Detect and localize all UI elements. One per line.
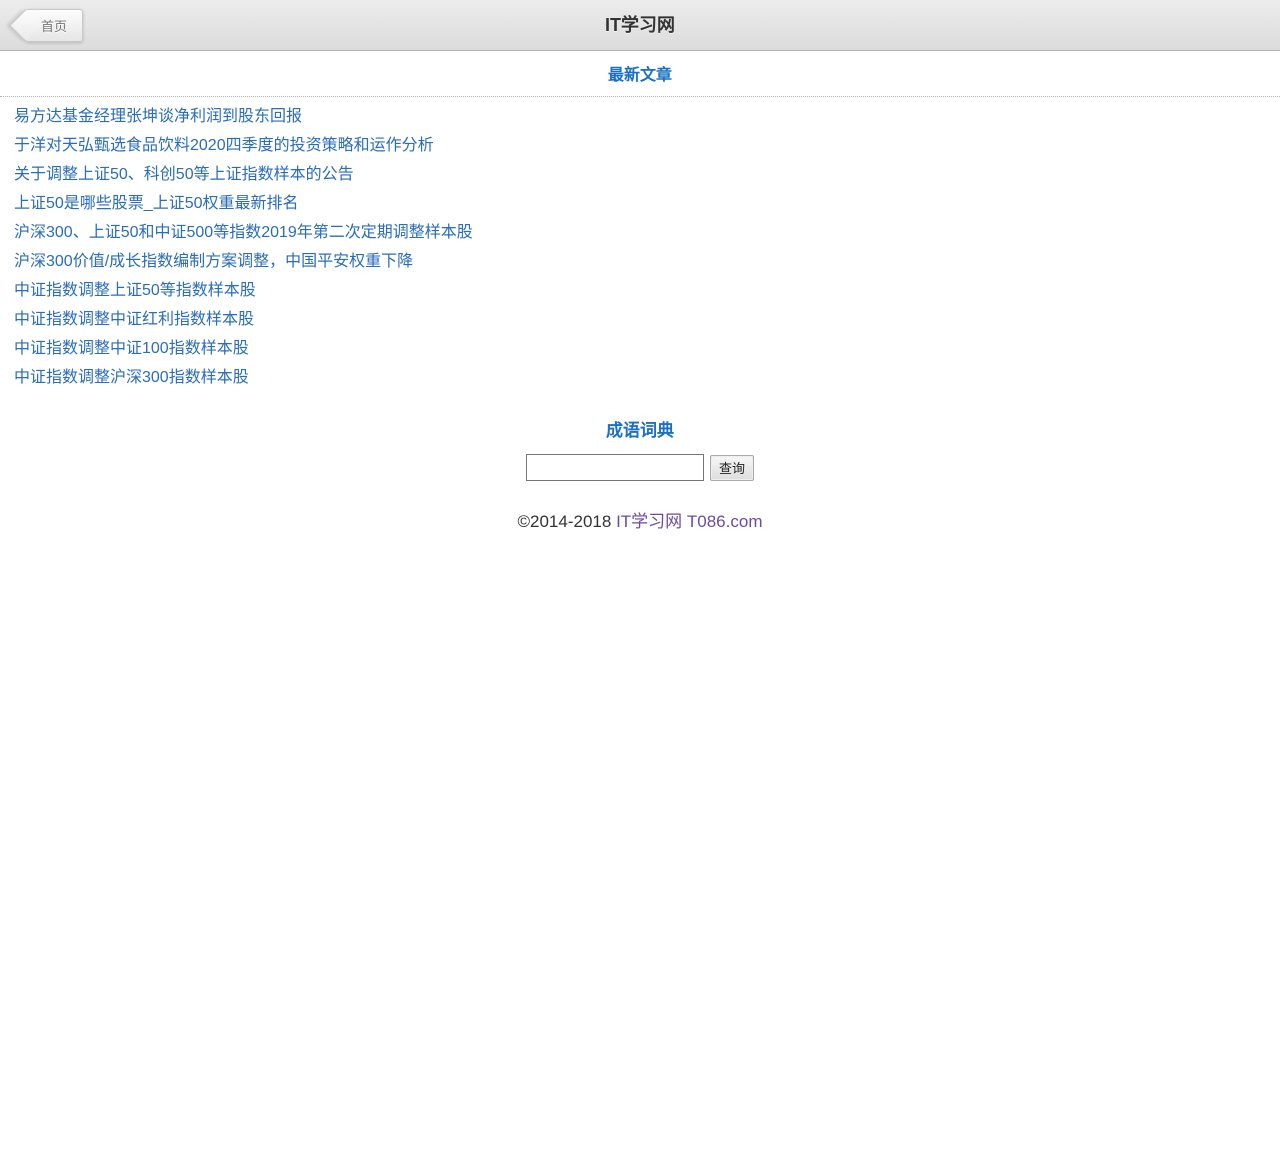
article-link[interactable]: 于洋对天弘甄选食品饮料2020四季度的投资策略和运作分析 [14, 137, 434, 154]
article-list-item: 于洋对天弘甄选食品饮料2020四季度的投资策略和运作分析 [14, 131, 1280, 160]
article-list-item: 中证指数调整中证红利指数样本股 [14, 305, 1280, 334]
site-home-link[interactable]: IT学习网 T086.com [616, 512, 762, 531]
page-footer: ©2014-2018 IT学习网 T086.com [0, 507, 1280, 532]
article-link[interactable]: 中证指数调整中证100指数样本股 [14, 340, 249, 357]
article-link[interactable]: 易方达基金经理张坤谈净利润到股东回报 [14, 108, 302, 125]
idiom-search-button[interactable]: 查询 [710, 455, 754, 481]
article-link[interactable]: 关于调整上证50、科创50等上证指数样本的公告 [14, 166, 354, 183]
article-list-item: 中证指数调整沪深300指数样本股 [14, 363, 1280, 392]
article-list-item: 中证指数调整上证50等指数样本股 [14, 276, 1280, 305]
copyright-text: ©2014-2018 [518, 512, 612, 531]
home-back-button[interactable]: 首页 [10, 9, 83, 42]
idiom-search-input[interactable] [526, 454, 704, 481]
article-list-item: 中证指数调整中证100指数样本股 [14, 334, 1280, 363]
article-list-item: 沪深300、上证50和中证500等指数2019年第二次定期调整样本股 [14, 218, 1280, 247]
idiom-dictionary-heading: 成语词典 [0, 416, 1280, 441]
article-link[interactable]: 中证指数调整上证50等指数样本股 [14, 282, 256, 299]
latest-articles-heading: 最新文章 [0, 51, 1280, 97]
article-list-item: 易方达基金经理张坤谈净利润到股东回报 [14, 102, 1280, 131]
article-link[interactable]: 中证指数调整中证红利指数样本股 [14, 311, 254, 328]
article-link[interactable]: 上证50是哪些股票_上证50权重最新排名 [14, 195, 299, 212]
idiom-dictionary-section: 成语词典 查询 [0, 416, 1280, 481]
article-list: 易方达基金经理张坤谈净利润到股东回报于洋对天弘甄选食品饮料2020四季度的投资策… [0, 97, 1280, 396]
article-list-item: 上证50是哪些股票_上证50权重最新排名 [14, 189, 1280, 218]
page-title: IT学习网 [0, 0, 1280, 51]
article-link[interactable]: 沪深300价值/成长指数编制方案调整，中国平安权重下降 [14, 253, 413, 270]
article-link[interactable]: 沪深300、上证50和中证500等指数2019年第二次定期调整样本股 [14, 224, 473, 241]
idiom-search-form: 查询 [0, 454, 1280, 481]
article-list-item: 关于调整上证50、科创50等上证指数样本的公告 [14, 160, 1280, 189]
article-link[interactable]: 中证指数调整沪深300指数样本股 [14, 369, 249, 386]
article-list-item: 沪深300价值/成长指数编制方案调整，中国平安权重下降 [14, 247, 1280, 276]
app-header: 首页 IT学习网 [0, 0, 1280, 51]
latest-articles-section: 最新文章 易方达基金经理张坤谈净利润到股东回报于洋对天弘甄选食品饮料2020四季… [0, 51, 1280, 396]
